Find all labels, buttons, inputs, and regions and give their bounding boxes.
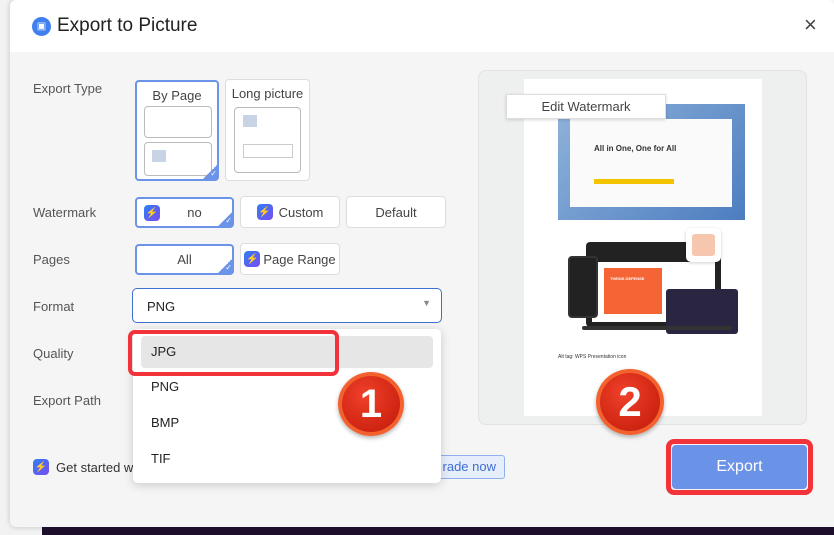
step-badge-2: 2	[596, 369, 664, 435]
watermark-custom[interactable]: ⚡ Custom	[240, 196, 340, 228]
watermark-default[interactable]: Default	[346, 196, 446, 228]
watermark-no[interactable]: ⚡ no	[135, 197, 234, 228]
watermark-label: Watermark	[33, 205, 97, 220]
export-type-label: Export Type	[33, 81, 103, 96]
preview-page: All in One, One for All THESIS DEFENSE A…	[524, 79, 762, 416]
watermark-default-label: Default	[375, 204, 417, 220]
chevron-down-icon: ▼	[422, 298, 431, 308]
export-type-by-page[interactable]: By Page	[135, 80, 219, 181]
dialog-title: Export to Picture	[57, 15, 198, 36]
premium-bolt-icon: ⚡	[33, 459, 49, 475]
premium-bolt-icon: ⚡	[256, 204, 273, 220]
page-thumb-icon	[144, 106, 212, 138]
format-value: PNG	[147, 299, 176, 314]
step-badge-1: 1	[338, 372, 404, 436]
highlight-box-jpg	[128, 330, 339, 376]
picture-icon: ▣	[32, 17, 51, 36]
quality-label: Quality	[33, 346, 74, 361]
premium-bolt-icon: ⚡	[244, 251, 261, 267]
export-button[interactable]: Export	[672, 445, 807, 489]
pages-all[interactable]: All	[135, 244, 234, 275]
close-button[interactable]: ×	[804, 12, 817, 38]
preview-headline: All in One, One for All	[594, 144, 677, 153]
page-range-label: Page Range	[263, 251, 336, 267]
export-path-label: Export Path	[33, 393, 101, 408]
pages-all-label: All	[177, 252, 192, 267]
background-window-strip	[42, 527, 834, 535]
format-select[interactable]: PNG ▼	[132, 288, 442, 323]
pages-page-range[interactable]: ⚡ Page Range	[240, 243, 340, 275]
by-page-label: By Page	[152, 88, 202, 103]
long-page-thumb-icon	[234, 107, 301, 173]
watermark-no-label: no	[187, 205, 202, 220]
export-type-long-picture[interactable]: Long picture	[225, 79, 310, 181]
promo-text: Get started w	[56, 460, 134, 475]
format-label: Format	[33, 299, 75, 314]
watermark-custom-label: Custom	[278, 204, 324, 220]
edit-watermark-button[interactable]: Edit Watermark	[506, 94, 666, 119]
preview-devices-image: THESIS DEFENSE	[568, 228, 738, 339]
premium-bolt-icon: ⚡	[144, 205, 160, 221]
page-thumb-icon	[144, 142, 212, 176]
long-picture-label: Long picture	[231, 86, 304, 101]
format-option-tif[interactable]: TIF	[141, 443, 433, 475]
pages-label: Pages	[33, 252, 70, 267]
preview-caption: Alt tag: WPS Presentation icon	[558, 354, 627, 360]
preview-screenshot-image: All in One, One for All	[558, 104, 745, 220]
slide-title: THESIS DEFENSE	[610, 276, 645, 281]
